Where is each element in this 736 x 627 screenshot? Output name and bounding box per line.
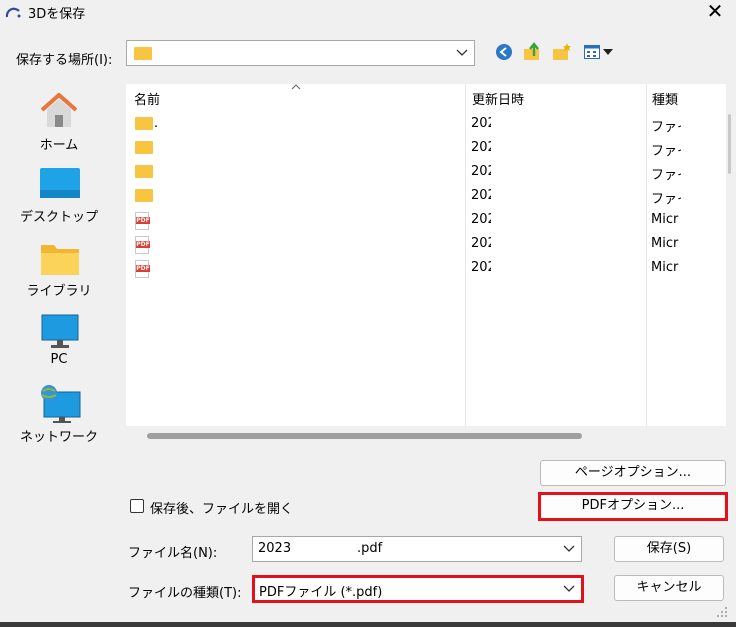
open-after-save-label[interactable]: 保存後、ファイルを開く: [150, 498, 293, 517]
file-date: 202: [471, 164, 491, 179]
chevron-down-icon: [563, 578, 575, 600]
background-taskbar-strip: [0, 622, 736, 627]
back-arrow-icon[interactable]: [495, 43, 513, 61]
file-date: 202: [471, 212, 491, 227]
place-pc-label: PC: [50, 352, 68, 367]
pdf-options-button[interactable]: PDFオプション...: [542, 495, 724, 518]
save-location-label: 保存する場所(I):: [16, 53, 113, 68]
pc-monitor-icon: [41, 314, 79, 348]
filename-prefix: 2023: [258, 541, 292, 556]
vertical-scrollbar[interactable]: [726, 84, 734, 426]
cancel-button[interactable]: キャンセル: [614, 575, 724, 601]
pdf-file-icon: PDF: [135, 236, 150, 254]
caret-down-icon: [603, 49, 613, 55]
place-library-label: ライブラリ: [26, 284, 92, 299]
horizontal-scroll-thumb[interactable]: [147, 433, 582, 439]
file-type: Micr: [651, 236, 679, 251]
file-date: 202: [471, 116, 491, 131]
desktop-icon: [40, 168, 80, 198]
file-date: 202: [471, 236, 491, 251]
file-name: .: [154, 116, 159, 131]
file-row[interactable]: . 202 ファイ: [126, 113, 726, 137]
place-library[interactable]: ライブラリ: [0, 238, 118, 306]
folder-icon: [134, 47, 152, 60]
title-bar: [0, 0, 736, 24]
file-type: Micr: [651, 212, 679, 227]
save-location-combo[interactable]: [126, 40, 475, 66]
save-button[interactable]: 保存(S): [614, 536, 724, 562]
page-options-button[interactable]: ページオプション...: [540, 460, 726, 486]
folder-icon: [135, 189, 153, 202]
home-icon: [40, 93, 78, 127]
file-type: ファイ: [651, 144, 681, 159]
file-date: 202: [471, 140, 491, 155]
close-button[interactable]: ✕: [704, 0, 726, 22]
chevron-down-icon: [456, 41, 468, 65]
file-type: ファイ: [651, 168, 681, 183]
file-type: Micr: [651, 260, 679, 275]
vertical-scroll-thumb[interactable]: [728, 114, 731, 174]
place-network-label: ネットワーク: [19, 430, 98, 445]
app-logo-icon: [5, 7, 21, 18]
column-header-date[interactable]: 更新日時: [472, 89, 524, 108]
window-title: 3Dを保存: [28, 7, 86, 22]
filetype-value: PDFファイル (*.pdf): [259, 585, 383, 600]
pdf-file-icon: PDF: [135, 260, 150, 278]
place-pc[interactable]: PC: [0, 310, 118, 378]
file-row[interactable]: 202 ファイ: [126, 137, 726, 161]
resize-grip-icon[interactable]: [716, 606, 728, 618]
file-date: 202: [471, 260, 491, 275]
file-row[interactable]: 202 ファイ: [126, 185, 726, 209]
folder-icon: [135, 165, 153, 178]
folder-icon: [135, 117, 153, 130]
network-icon: [41, 385, 81, 423]
open-after-save-checkbox[interactable]: [130, 499, 144, 513]
pdf-file-icon: PDF: [135, 212, 150, 230]
filename-label: ファイル名(N):: [128, 546, 218, 561]
view-list-icon: [584, 45, 600, 59]
file-row[interactable]: PDF 202 Micr: [126, 209, 726, 233]
filetype-label: ファイルの種類(T):: [128, 586, 242, 601]
view-menu-button[interactable]: [582, 42, 616, 62]
library-folder-icon: [41, 245, 79, 275]
chevron-down-icon[interactable]: [563, 537, 575, 561]
file-list[interactable]: 名前 更新日時 種類 . 202 ファイ 202 ファイ 202 ファイ 202…: [126, 84, 730, 426]
new-folder-icon[interactable]: [552, 42, 572, 62]
up-folder-icon[interactable]: [523, 42, 543, 62]
file-type: ファイ: [651, 192, 681, 207]
file-date: 202: [471, 188, 491, 203]
filetype-select[interactable]: PDFファイル (*.pdf): [252, 575, 584, 603]
place-home-label: ホーム: [39, 138, 79, 153]
sort-ascending-icon: [291, 84, 301, 90]
file-row[interactable]: PDF 202 Micr: [126, 233, 726, 257]
file-type: ファイ: [651, 120, 681, 135]
file-row[interactable]: PDF 202 Micr: [126, 257, 726, 281]
column-header-name[interactable]: 名前: [134, 89, 160, 108]
filename-input[interactable]: 2023 .pdf: [252, 536, 582, 562]
places-sidebar: ホーム デスクトップ ライブラリ PC ネットワーク: [0, 84, 118, 624]
place-home[interactable]: ホーム: [0, 86, 118, 154]
folder-icon: [135, 141, 153, 154]
filename-suffix: .pdf: [357, 541, 383, 556]
file-row[interactable]: 202 ファイ: [126, 161, 726, 185]
place-network[interactable]: ネットワーク: [0, 382, 118, 450]
column-header-type[interactable]: 種類: [652, 89, 678, 108]
place-desktop-label: デスクトップ: [19, 210, 98, 225]
place-desktop[interactable]: デスクトップ: [0, 164, 118, 232]
